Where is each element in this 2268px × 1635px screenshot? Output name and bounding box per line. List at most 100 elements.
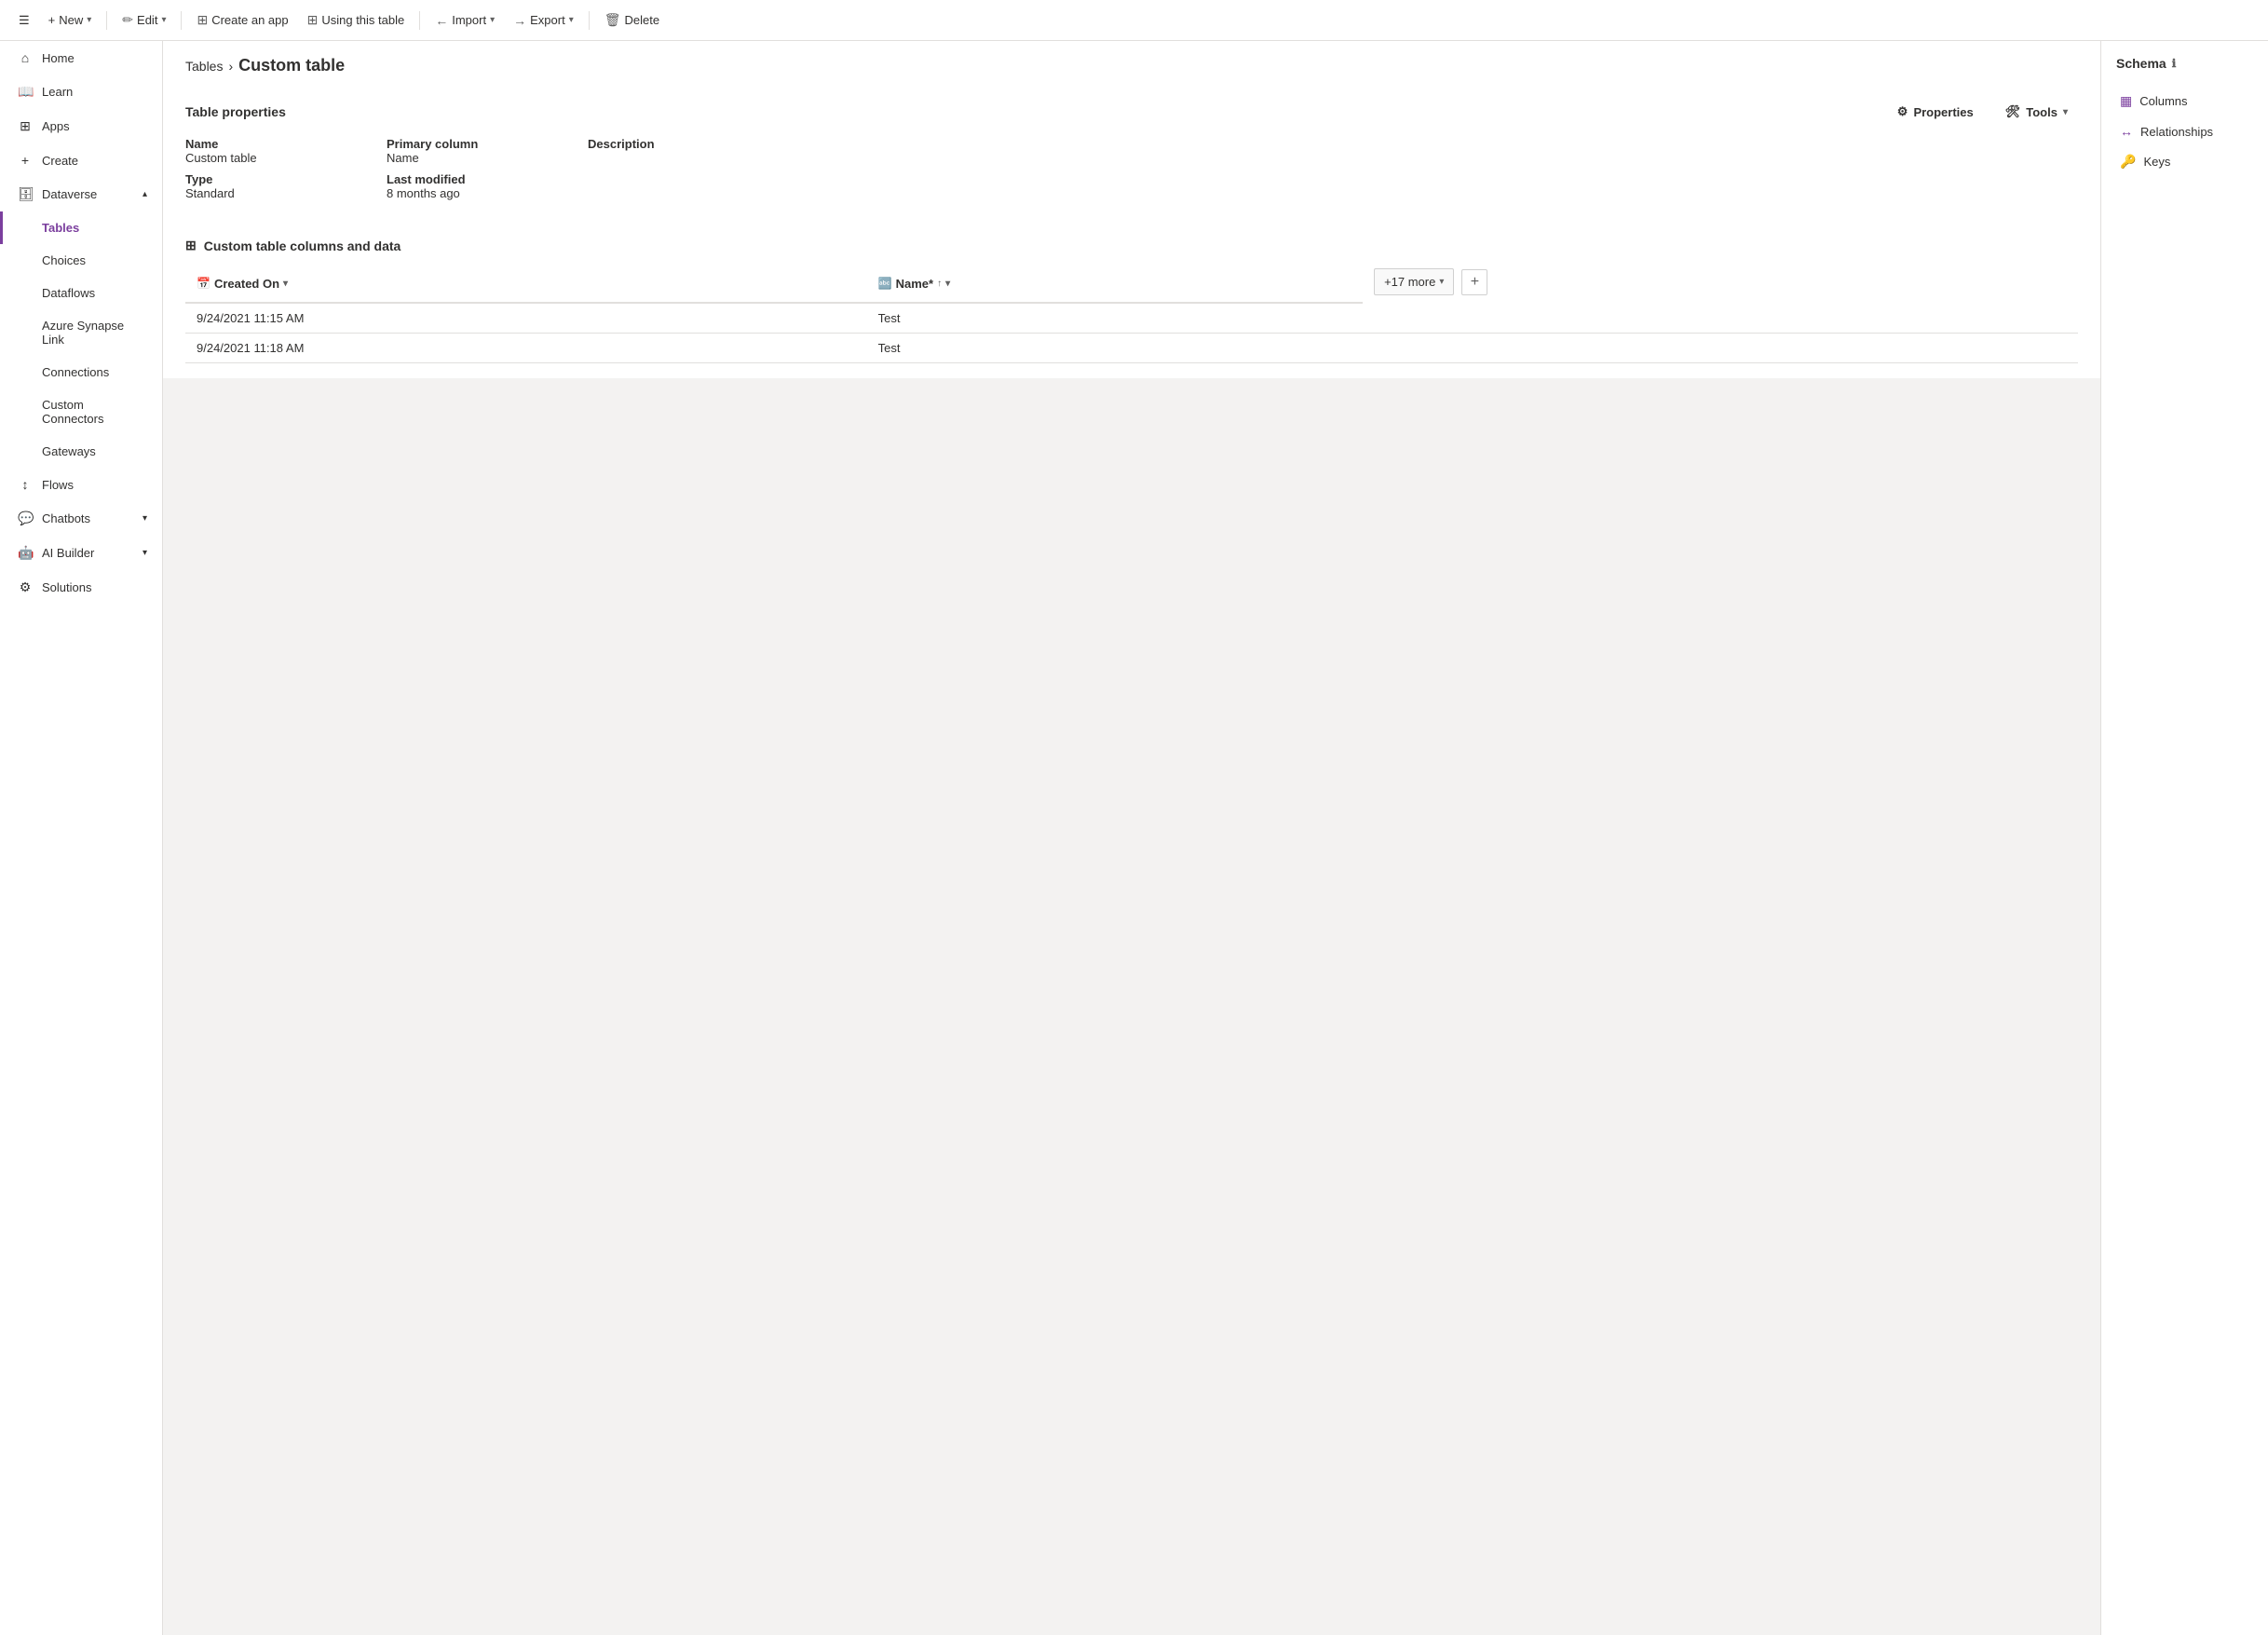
export-icon: → — [513, 13, 526, 28]
using-table-button[interactable]: ⊞ Using this table — [300, 7, 413, 34]
sidebar-item-home[interactable]: ⌂ Home — [0, 41, 162, 75]
schema-item-relationships[interactable]: ↔ Relationships — [2116, 116, 2253, 146]
col-header-name[interactable]: 🔤 Name* ↑ ▾ — [867, 265, 1363, 303]
chevron-down-icon: ▾ — [2063, 107, 2068, 117]
col-label: Name* — [896, 277, 933, 291]
schema-label: Columns — [2139, 94, 2187, 108]
schema-item-keys[interactable]: 🔑 Keys — [2116, 146, 2253, 177]
chevron-down-icon: ▾ — [1439, 277, 1444, 287]
hamburger-menu[interactable]: ☰ — [11, 7, 37, 34]
table-row: 9/24/2021 11:18 AM Test — [185, 334, 2078, 363]
sidebar-item-ai-builder[interactable]: 🤖 AI Builder ▾ — [0, 536, 162, 570]
chevron-up-icon: ▴ — [143, 189, 147, 199]
solutions-icon: ⚙ — [18, 579, 33, 595]
properties-icon: ⚙ — [1897, 104, 1908, 119]
calendar-icon: 📅 — [197, 277, 211, 290]
table-data-section: ⊞ Custom table columns and data 📅 Cr — [163, 223, 2100, 378]
chevron-down-icon: ▾ — [161, 15, 166, 25]
sidebar-item-dataflows[interactable]: Dataflows — [0, 277, 162, 309]
cell-name: Test — [867, 303, 1363, 334]
flows-icon: ↕ — [18, 477, 33, 492]
hamburger-icon: ☰ — [19, 13, 30, 28]
cell-extra — [1363, 334, 2078, 363]
add-column-button[interactable]: + — [1461, 269, 1487, 295]
type-label: Type — [185, 172, 372, 186]
type-value: Standard — [185, 186, 372, 200]
sidebar-item-learn[interactable]: 📖 Learn — [0, 75, 162, 109]
sidebar-item-solutions[interactable]: ⚙ Solutions — [0, 570, 162, 605]
cell-created-on: 9/24/2021 11:18 AM — [185, 334, 867, 363]
sidebar-label: Custom Connectors — [42, 398, 147, 426]
main-content: Tables › Custom table Table properties ⚙… — [163, 41, 2100, 1635]
create-app-button[interactable]: ⊞ Create an app — [189, 7, 295, 34]
toolbar: ☰ + New ▾ ✏ Edit ▾ ⊞ Create an app ⊞ Usi… — [0, 0, 2268, 41]
learn-icon: 📖 — [18, 84, 33, 100]
sidebar-label: Dataverse — [42, 187, 97, 201]
sidebar-item-dataverse[interactable]: 🗄 Dataverse ▴ — [0, 177, 162, 211]
sidebar-item-choices[interactable]: Choices — [0, 244, 162, 277]
col-header-created-on[interactable]: 📅 Created On ▾ — [185, 265, 867, 303]
more-columns-button[interactable]: +17 more ▾ — [1374, 268, 1454, 295]
chevron-down-icon: ▾ — [945, 279, 950, 289]
table-grid-icon: ⊞ — [185, 238, 197, 253]
chevron-down-icon: ▾ — [143, 513, 147, 524]
delete-button[interactable]: 🗑 Delete — [597, 7, 667, 34]
breadcrumb-current: Custom table — [238, 56, 345, 75]
relationships-icon: ↔ — [2120, 124, 2133, 139]
toolbar-divider-3 — [419, 11, 420, 30]
toolbar-divider-2 — [181, 11, 182, 30]
description-label: Description — [588, 137, 2078, 151]
sidebar-label: Create — [42, 154, 78, 168]
plus-icon: + — [1471, 274, 1479, 291]
schema-title: Schema ℹ — [2116, 56, 2253, 71]
tools-icon: 🛠 — [2005, 104, 2021, 119]
text-icon: 🔤 — [878, 277, 892, 290]
sidebar-label: Gateways — [42, 444, 96, 458]
last-modified-label: Last modified — [387, 172, 573, 186]
sidebar-item-custom-connectors[interactable]: Custom Connectors — [0, 388, 162, 435]
toolbar-divider-1 — [106, 11, 107, 30]
sidebar-label: Tables — [42, 221, 79, 235]
sidebar-item-gateways[interactable]: Gateways — [0, 435, 162, 468]
sidebar-item-tables[interactable]: Tables — [0, 211, 162, 244]
chevron-down-icon: ▾ — [569, 15, 574, 25]
cell-extra — [1363, 303, 2078, 334]
sidebar-label: Chatbots — [42, 511, 90, 525]
sidebar-item-connections[interactable]: Connections — [0, 356, 162, 388]
breadcrumb: Tables › Custom table — [163, 41, 2100, 83]
edit-icon: ✏ — [122, 12, 133, 28]
new-button[interactable]: + New ▾ — [41, 7, 100, 33]
sort-icon: ▾ — [283, 279, 288, 289]
table-section-title: Custom table columns and data — [204, 238, 401, 253]
breadcrumb-parent[interactable]: Tables — [185, 59, 223, 74]
edit-button[interactable]: ✏ Edit ▾ — [115, 7, 173, 34]
chevron-down-icon: ▾ — [490, 15, 495, 25]
sidebar-label: Home — [42, 51, 75, 65]
import-button[interactable]: ← Import ▾ — [428, 7, 502, 34]
sidebar: ⌂ Home 📖 Learn ⊞ Apps + Create 🗄 Dataver… — [0, 41, 163, 1635]
sidebar-item-azure[interactable]: Azure Synapse Link — [0, 309, 162, 356]
schema-item-columns[interactable]: ▦ Columns — [2116, 86, 2253, 116]
last-modified-value: 8 months ago — [387, 186, 573, 200]
sidebar-label: Dataflows — [42, 286, 95, 300]
props-grid: Name Custom table Primary column Name De… — [185, 137, 2078, 200]
cell-created-on: 9/24/2021 11:15 AM — [185, 303, 867, 334]
schema-panel: Schema ℹ ▦ Columns ↔ Relationships 🔑 Key… — [2100, 41, 2268, 1635]
create-icon: + — [18, 153, 33, 168]
sidebar-label: Choices — [42, 253, 86, 267]
data-table: 📅 Created On ▾ 🔤 Name* — [185, 265, 2078, 363]
sidebar-label: Apps — [42, 119, 70, 133]
tools-button[interactable]: 🛠 Tools ▾ — [1995, 98, 2078, 126]
sidebar-item-chatbots[interactable]: 💬 Chatbots ▾ — [0, 501, 162, 536]
properties-button[interactable]: ⚙ Properties — [1887, 98, 1984, 126]
more-label: +17 more — [1384, 275, 1435, 289]
sidebar-item-apps[interactable]: ⊞ Apps — [0, 109, 162, 143]
table-properties-title: Table properties — [185, 104, 286, 119]
chevron-down-icon: ▾ — [143, 548, 147, 558]
export-button[interactable]: → Export ▾ — [506, 7, 581, 34]
info-icon: ℹ — [2172, 57, 2177, 70]
cell-name: Test — [867, 334, 1363, 363]
col-label: Created On — [214, 277, 279, 291]
sidebar-item-flows[interactable]: ↕ Flows — [0, 468, 162, 501]
sidebar-item-create[interactable]: + Create — [0, 143, 162, 177]
